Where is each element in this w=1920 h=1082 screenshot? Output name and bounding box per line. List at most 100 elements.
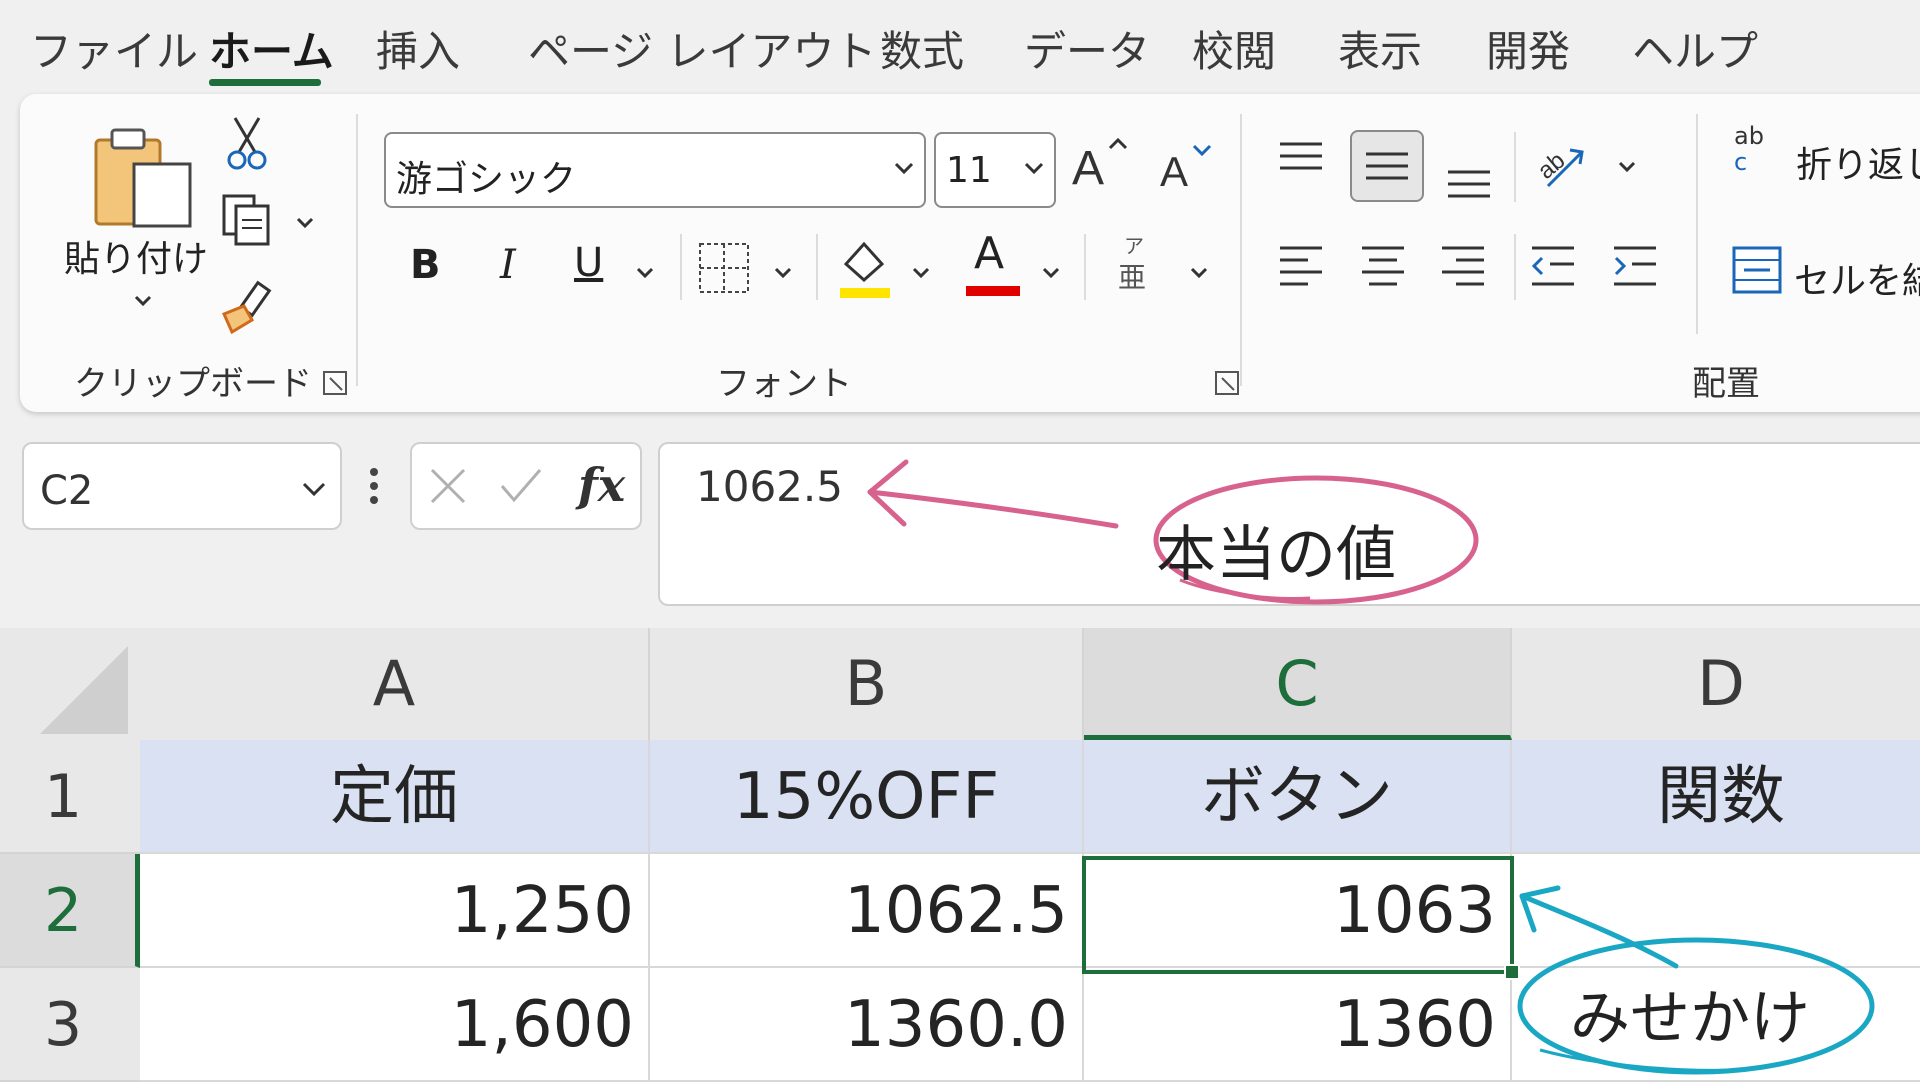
phonetic-guide-button[interactable]: ア 亜 (1116, 230, 1156, 300)
font-name-select[interactable]: 游ゴシック (384, 132, 926, 208)
column-header-d[interactable]: D (1512, 628, 1920, 740)
chevron-down-icon[interactable] (294, 212, 316, 234)
more-options-icon[interactable] (368, 466, 380, 506)
font-color-glyph: A (974, 228, 1005, 279)
font-size-select[interactable]: 11 (934, 132, 1056, 208)
borders-icon[interactable] (696, 240, 752, 296)
fill-color-icon[interactable] (836, 234, 894, 300)
tab-review[interactable]: 校閲 (1192, 18, 1276, 79)
orientation-icon[interactable]: ab (1532, 136, 1588, 192)
chevron-down-icon[interactable] (1188, 262, 1210, 284)
align-center-icon[interactable] (1360, 244, 1406, 292)
increase-font-size-icon[interactable]: A (1070, 134, 1134, 194)
enter-icon[interactable] (498, 466, 544, 506)
font-color-button[interactable]: A (966, 228, 1022, 298)
chevron-down-icon[interactable] (132, 290, 154, 312)
name-box-value: C2 (40, 468, 94, 514)
fill-handle[interactable] (1504, 964, 1520, 980)
true-value-annotation: 本当の値 (1156, 520, 1396, 590)
tab-data[interactable]: データ (1024, 18, 1150, 79)
column-header-a[interactable]: A (140, 628, 650, 740)
cell-d1[interactable]: 関数 (1512, 740, 1920, 854)
cell-d2[interactable] (1512, 854, 1920, 968)
cell-b3[interactable]: 1360.0 (650, 968, 1084, 1082)
ribbon-divider (1084, 234, 1086, 300)
ribbon: 貼り付け クリップボード 游ゴシック 11 A A B I U A ア 亜 フォ… (20, 94, 1920, 412)
row-header-3[interactable]: 3 (0, 968, 140, 1082)
row-header-1[interactable]: 1 (0, 740, 140, 854)
align-left-icon[interactable] (1278, 244, 1324, 292)
wrap-text-label: 折り返し (1796, 145, 1920, 186)
align-top-icon[interactable] (1278, 140, 1324, 180)
row-header-2[interactable]: 2 (0, 854, 140, 968)
ribbon-divider (1240, 114, 1242, 386)
chevron-down-icon[interactable] (1040, 262, 1062, 284)
chevron-down-icon (1024, 162, 1044, 175)
dialog-launcher-icon[interactable] (1214, 370, 1240, 396)
merge-cells-button[interactable]: セルを結 (1732, 242, 1920, 312)
cell-c3[interactable]: 1360 (1084, 968, 1512, 1082)
tab-file[interactable]: ファイル (30, 18, 198, 79)
cell-a1[interactable]: 定価 (140, 740, 650, 854)
menu-tabs: ファイル ホーム 挿入 ページ レイアウト 数式 データ 校閲 表示 開発 ヘル… (0, 0, 1920, 96)
increase-indent-icon[interactable] (1612, 244, 1658, 292)
ribbon-divider (1514, 234, 1516, 300)
dialog-launcher-icon[interactable] (322, 370, 348, 396)
align-middle-icon (1366, 152, 1408, 180)
decrease-indent-icon[interactable] (1530, 244, 1576, 292)
tab-formulas[interactable]: 数式 (880, 18, 964, 79)
select-all-corner[interactable] (0, 628, 140, 740)
svg-text:ab: ab (1533, 147, 1571, 185)
select-all-triangle-icon (40, 646, 128, 734)
align-bottom-icon[interactable] (1446, 160, 1492, 200)
align-middle-button[interactable] (1350, 130, 1424, 202)
chevron-down-icon[interactable] (772, 262, 794, 284)
cell-b2[interactable]: 1062.5 (650, 854, 1084, 968)
wrap-text-button[interactable]: ab c 折り返し (1734, 120, 1920, 200)
chevron-down-icon[interactable] (634, 262, 656, 284)
column-header-c[interactable]: C (1084, 628, 1512, 740)
fill-color-swatch (840, 288, 890, 298)
alignment-group-label: 配置 (1692, 364, 1760, 404)
decrease-font-size-icon[interactable]: A (1158, 140, 1222, 196)
cell-c1[interactable]: ボタン (1084, 740, 1512, 854)
cell-a2[interactable]: 1,250 (140, 854, 650, 968)
svg-text:A: A (1160, 148, 1188, 195)
appearance-annotation: みせかけ (1570, 984, 1810, 1054)
font-size-value: 11 (946, 150, 992, 191)
formula-value: 1062.5 (696, 462, 843, 511)
align-right-icon[interactable] (1440, 244, 1486, 292)
cancel-icon[interactable] (428, 466, 468, 506)
phonetic-top: ア (1124, 234, 1144, 258)
ribbon-divider (1696, 114, 1698, 334)
name-box[interactable]: C2 (22, 442, 342, 530)
tab-developer[interactable]: 開発 (1486, 18, 1570, 79)
ribbon-divider (356, 114, 358, 386)
chevron-down-icon[interactable] (1616, 156, 1638, 178)
insert-function-button[interactable]: fx (578, 458, 625, 512)
font-name-value: 游ゴシック (396, 159, 577, 200)
format-painter-icon[interactable] (218, 280, 276, 336)
cell-a3[interactable]: 1,600 (140, 968, 650, 1082)
tab-home[interactable]: ホーム (209, 18, 334, 79)
tab-view[interactable]: 表示 (1338, 18, 1422, 79)
wrap-icon-top: ab (1734, 122, 1764, 150)
column-header-b[interactable]: B (650, 628, 1084, 740)
tab-page-layout[interactable]: ページ レイアウト (528, 18, 877, 79)
underline-button[interactable]: U (574, 240, 603, 286)
tab-insert[interactable]: 挿入 (376, 18, 460, 79)
ribbon-divider (680, 234, 682, 300)
paste-button[interactable] (90, 120, 200, 230)
active-tab-indicator (209, 79, 321, 86)
italic-button[interactable]: I (500, 242, 516, 288)
cell-b1[interactable]: 15%OFF (650, 740, 1084, 854)
chevron-down-icon (894, 162, 914, 175)
tab-help[interactable]: ヘルプ (1632, 18, 1758, 79)
bold-button[interactable]: B (410, 242, 441, 288)
wrap-text-icon: ab c (1734, 122, 1774, 186)
cut-icon[interactable] (225, 114, 269, 172)
font-color-swatch (966, 286, 1020, 296)
chevron-down-icon[interactable] (910, 262, 932, 284)
copy-icon[interactable] (220, 192, 274, 248)
font-group-label: フォント (716, 364, 852, 404)
